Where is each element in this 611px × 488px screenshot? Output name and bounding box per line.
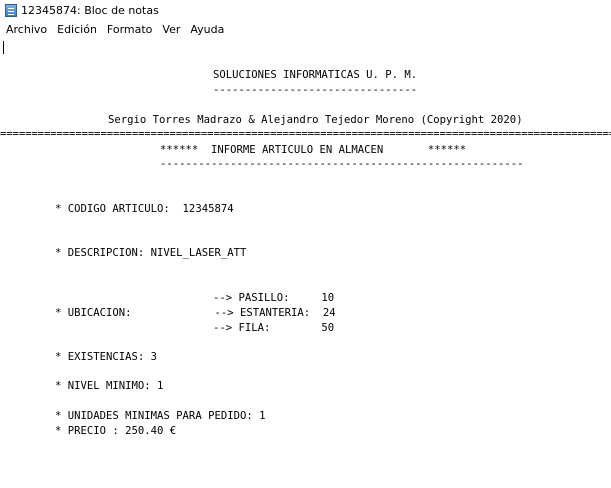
text-editor-area[interactable]: SOLUCIONES INFORMATICAS U. P. M. -------… xyxy=(0,39,611,488)
ubicacion-fila: --> FILA: 50 xyxy=(213,322,335,334)
descripcion: * DESCRIPCION: NIVEL_LASER_ATT xyxy=(55,247,247,259)
separator-line: ========================================… xyxy=(0,128,611,140)
ubicacion-estanteria: * UBICACION: --> ESTANTERIA: 24 xyxy=(55,307,336,319)
report-title: ****** INFORME ARTICULO EN ALMACEN *****… xyxy=(160,144,467,156)
title-bar: 12345874: Bloc de notas xyxy=(0,0,611,20)
menu-archivo[interactable]: Archivo xyxy=(0,23,52,36)
unidades-minimas: * UNIDADES MINIMAS PARA PEDIDO: 1 xyxy=(55,410,266,422)
company-underline: -------------------------------- xyxy=(213,84,418,96)
authors-line: Sergio Torres Madrazo & Alejandro Tejedo… xyxy=(108,114,523,126)
menu-bar: Archivo Edición Formato Ver Ayuda xyxy=(0,20,611,39)
menu-formato[interactable]: Formato xyxy=(102,23,158,36)
menu-ver[interactable]: Ver xyxy=(157,23,185,36)
nivel-minimo: * NIVEL MINIMO: 1 xyxy=(55,380,164,392)
precio: * PRECIO : 250.40 € xyxy=(55,425,177,437)
menu-ayuda[interactable]: Ayuda xyxy=(185,23,229,36)
menu-edicion[interactable]: Edición xyxy=(52,23,102,36)
existencias: * EXISTENCIAS: 3 xyxy=(55,351,158,363)
notepad-icon xyxy=(5,3,17,17)
ubicacion-pasillo: --> PASILLO: 10 xyxy=(213,292,335,304)
window-title: 12345874: Bloc de notas xyxy=(21,3,159,17)
report-underline: ----------------------------------------… xyxy=(160,158,524,170)
codigo-articulo: * CODIGO ARTICULO: 12345874 xyxy=(55,203,234,215)
company-name: SOLUCIONES INFORMATICAS U. P. M. xyxy=(213,69,418,81)
document-text: SOLUCIONES INFORMATICAS U. P. M. -------… xyxy=(0,39,611,488)
